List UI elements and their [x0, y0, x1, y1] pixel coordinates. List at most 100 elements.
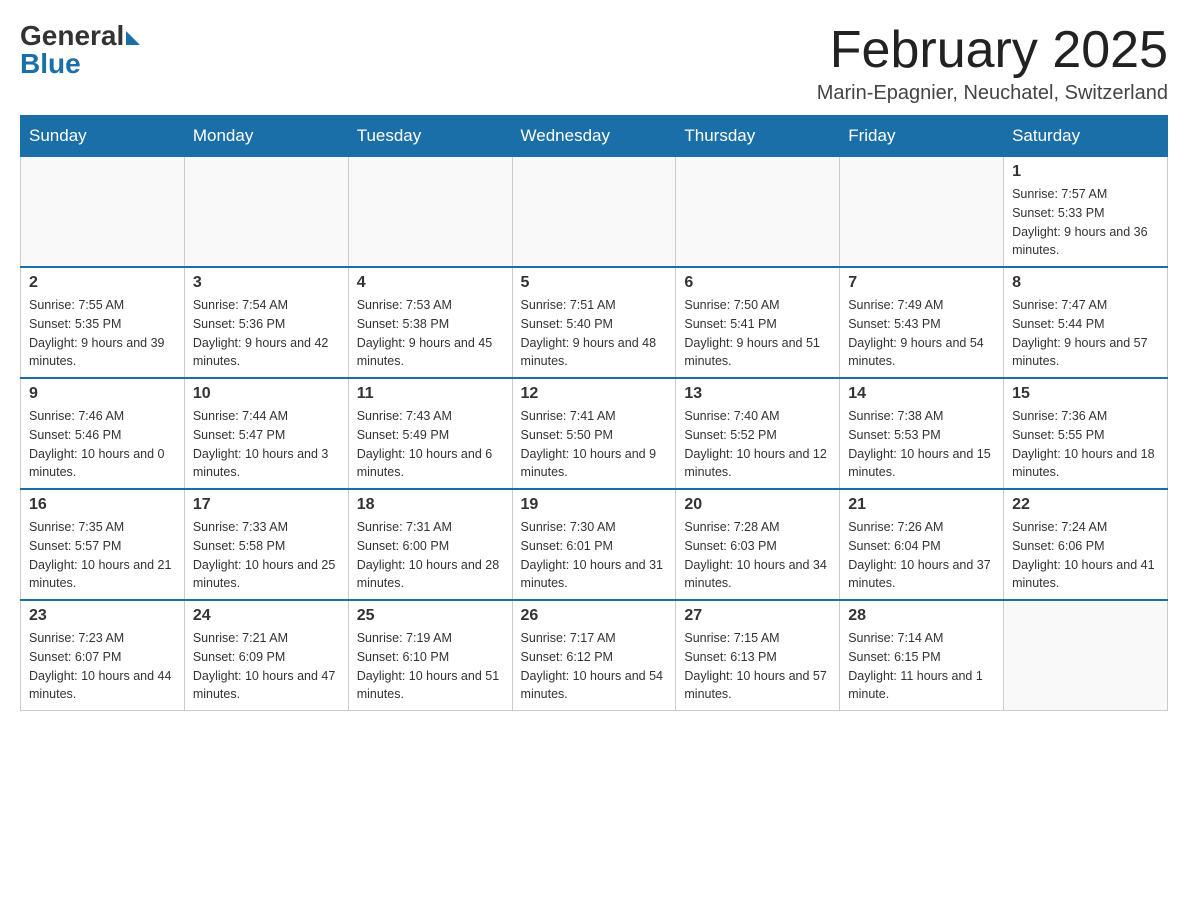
day-info: Sunrise: 7:24 AM Sunset: 6:06 PM Dayligh… [1012, 518, 1159, 593]
calendar-cell [512, 157, 676, 268]
calendar-cell: 25 Sunrise: 7:19 AM Sunset: 6:10 PM Dayli… [348, 600, 512, 711]
day-number: 3 [193, 274, 340, 292]
day-info: Sunrise: 7:21 AM Sunset: 6:09 PM Dayligh… [193, 629, 340, 704]
day-info: Sunrise: 7:44 AM Sunset: 5:47 PM Dayligh… [193, 407, 340, 482]
day-number: 23 [29, 607, 176, 625]
week-row-2: 2Sunrise: 7:55 AM Sunset: 5:35 PM Daylig… [21, 267, 1168, 378]
calendar-cell: 20 Sunrise: 7:28 AM Sunset: 6:03 PM Dayli… [676, 489, 840, 600]
day-info: Sunrise: 7:36 AM Sunset: 5:55 PM Dayligh… [1012, 407, 1159, 482]
day-number: 16 [29, 496, 176, 514]
day-info: Sunrise: 7:57 AM Sunset: 5:33 PM Dayligh… [1012, 185, 1159, 260]
weekday-header-sunday: Sunday [21, 116, 185, 157]
day-number: 5 [521, 274, 668, 292]
day-number: 21 [848, 496, 995, 514]
calendar-cell: 5Sunrise: 7:51 AM Sunset: 5:40 PM Daylig… [512, 267, 676, 378]
day-info: Sunrise: 7:14 AM Sunset: 6:15 PM Dayligh… [848, 629, 995, 704]
day-info: Sunrise: 7:38 AM Sunset: 5:53 PM Dayligh… [848, 407, 995, 482]
calendar-cell: 10 Sunrise: 7:44 AM Sunset: 5:47 PM Dayli… [184, 378, 348, 489]
day-info: Sunrise: 7:26 AM Sunset: 6:04 PM Dayligh… [848, 518, 995, 593]
logo: General Blue [20, 20, 140, 80]
day-info: Sunrise: 7:33 AM Sunset: 5:58 PM Dayligh… [193, 518, 340, 593]
day-number: 18 [357, 496, 504, 514]
day-info: Sunrise: 7:15 AM Sunset: 6:13 PM Dayligh… [684, 629, 831, 704]
calendar-cell: 7Sunrise: 7:49 AM Sunset: 5:43 PM Daylig… [840, 267, 1004, 378]
day-info: Sunrise: 7:31 AM Sunset: 6:00 PM Dayligh… [357, 518, 504, 593]
calendar-cell [21, 157, 185, 268]
calendar-cell: 1 Sunrise: 7:57 AM Sunset: 5:33 PM Daylig… [1004, 157, 1168, 268]
calendar-cell: 14 Sunrise: 7:38 AM Sunset: 5:53 PM Dayli… [840, 378, 1004, 489]
calendar-cell [184, 157, 348, 268]
day-number: 14 [848, 385, 995, 403]
week-row-4: 16 Sunrise: 7:35 AM Sunset: 5:57 PM Dayli… [21, 489, 1168, 600]
week-row-3: 9Sunrise: 7:46 AM Sunset: 5:46 PM Daylig… [21, 378, 1168, 489]
day-number: 20 [684, 496, 831, 514]
day-number: 17 [193, 496, 340, 514]
calendar-cell: 8 Sunrise: 7:47 AM Sunset: 5:44 PM Daylig… [1004, 267, 1168, 378]
day-info: Sunrise: 7:49 AM Sunset: 5:43 PM Dayligh… [848, 296, 995, 371]
day-info: Sunrise: 7:46 AM Sunset: 5:46 PM Dayligh… [29, 407, 176, 482]
calendar-cell: 17 Sunrise: 7:33 AM Sunset: 5:58 PM Dayli… [184, 489, 348, 600]
calendar-cell: 24 Sunrise: 7:21 AM Sunset: 6:09 PM Dayli… [184, 600, 348, 711]
day-info: Sunrise: 7:17 AM Sunset: 6:12 PM Dayligh… [521, 629, 668, 704]
calendar-cell: 19 Sunrise: 7:30 AM Sunset: 6:01 PM Dayli… [512, 489, 676, 600]
day-number: 8 [1012, 274, 1159, 292]
calendar-cell [348, 157, 512, 268]
calendar-cell: 16 Sunrise: 7:35 AM Sunset: 5:57 PM Dayli… [21, 489, 185, 600]
calendar-cell: 6 Sunrise: 7:50 AM Sunset: 5:41 PM Daylig… [676, 267, 840, 378]
weekday-header-monday: Monday [184, 116, 348, 157]
day-info: Sunrise: 7:41 AM Sunset: 5:50 PM Dayligh… [521, 407, 668, 482]
calendar-cell: 2Sunrise: 7:55 AM Sunset: 5:35 PM Daylig… [21, 267, 185, 378]
calendar-cell [676, 157, 840, 268]
day-number: 15 [1012, 385, 1159, 403]
day-number: 13 [684, 385, 831, 403]
calendar-cell: 4Sunrise: 7:53 AM Sunset: 5:38 PM Daylig… [348, 267, 512, 378]
weekday-header-saturday: Saturday [1004, 116, 1168, 157]
page-header: General Blue February 2025 Marin-Epagnie… [20, 20, 1168, 105]
calendar-cell: 27 Sunrise: 7:15 AM Sunset: 6:13 PM Dayli… [676, 600, 840, 711]
day-info: Sunrise: 7:23 AM Sunset: 6:07 PM Dayligh… [29, 629, 176, 704]
calendar-cell: 21 Sunrise: 7:26 AM Sunset: 6:04 PM Dayli… [840, 489, 1004, 600]
day-number: 28 [848, 607, 995, 625]
calendar-cell [1004, 600, 1168, 711]
week-row-5: 23 Sunrise: 7:23 AM Sunset: 6:07 PM Dayli… [21, 600, 1168, 711]
day-number: 6 [684, 274, 831, 292]
weekday-header-thursday: Thursday [676, 116, 840, 157]
weekday-header-tuesday: Tuesday [348, 116, 512, 157]
day-number: 10 [193, 385, 340, 403]
day-number: 1 [1012, 163, 1159, 181]
day-info: Sunrise: 7:47 AM Sunset: 5:44 PM Dayligh… [1012, 296, 1159, 371]
day-info: Sunrise: 7:40 AM Sunset: 5:52 PM Dayligh… [684, 407, 831, 482]
calendar-cell: 3Sunrise: 7:54 AM Sunset: 5:36 PM Daylig… [184, 267, 348, 378]
day-number: 27 [684, 607, 831, 625]
day-info: Sunrise: 7:19 AM Sunset: 6:10 PM Dayligh… [357, 629, 504, 704]
calendar-cell: 26Sunrise: 7:17 AM Sunset: 6:12 PM Dayli… [512, 600, 676, 711]
day-number: 22 [1012, 496, 1159, 514]
day-info: Sunrise: 7:43 AM Sunset: 5:49 PM Dayligh… [357, 407, 504, 482]
day-number: 4 [357, 274, 504, 292]
weekday-header-friday: Friday [840, 116, 1004, 157]
calendar-cell: 22 Sunrise: 7:24 AM Sunset: 6:06 PM Dayli… [1004, 489, 1168, 600]
calendar-cell: 12 Sunrise: 7:41 AM Sunset: 5:50 PM Dayli… [512, 378, 676, 489]
weekday-header-wednesday: Wednesday [512, 116, 676, 157]
day-number: 25 [357, 607, 504, 625]
logo-blue-text: Blue [20, 48, 81, 80]
calendar-cell: 18 Sunrise: 7:31 AM Sunset: 6:00 PM Dayli… [348, 489, 512, 600]
calendar-table: SundayMondayTuesdayWednesdayThursdayFrid… [20, 115, 1168, 711]
week-row-1: 1 Sunrise: 7:57 AM Sunset: 5:33 PM Daylig… [21, 157, 1168, 268]
location: Marin-Epagnier, Neuchatel, Switzerland [817, 82, 1168, 105]
day-info: Sunrise: 7:28 AM Sunset: 6:03 PM Dayligh… [684, 518, 831, 593]
calendar-cell: 13 Sunrise: 7:40 AM Sunset: 5:52 PM Dayli… [676, 378, 840, 489]
day-number: 24 [193, 607, 340, 625]
calendar-cell: 15 Sunrise: 7:36 AM Sunset: 5:55 PM Dayli… [1004, 378, 1168, 489]
day-info: Sunrise: 7:50 AM Sunset: 5:41 PM Dayligh… [684, 296, 831, 371]
day-info: Sunrise: 7:35 AM Sunset: 5:57 PM Dayligh… [29, 518, 176, 593]
day-info: Sunrise: 7:30 AM Sunset: 6:01 PM Dayligh… [521, 518, 668, 593]
month-title: February 2025 [817, 20, 1168, 80]
logo-arrow-icon [126, 31, 140, 45]
calendar-cell: 11Sunrise: 7:43 AM Sunset: 5:49 PM Dayli… [348, 378, 512, 489]
day-number: 19 [521, 496, 668, 514]
weekday-header-row: SundayMondayTuesdayWednesdayThursdayFrid… [21, 116, 1168, 157]
day-number: 12 [521, 385, 668, 403]
calendar-cell: 23 Sunrise: 7:23 AM Sunset: 6:07 PM Dayli… [21, 600, 185, 711]
calendar-cell [840, 157, 1004, 268]
